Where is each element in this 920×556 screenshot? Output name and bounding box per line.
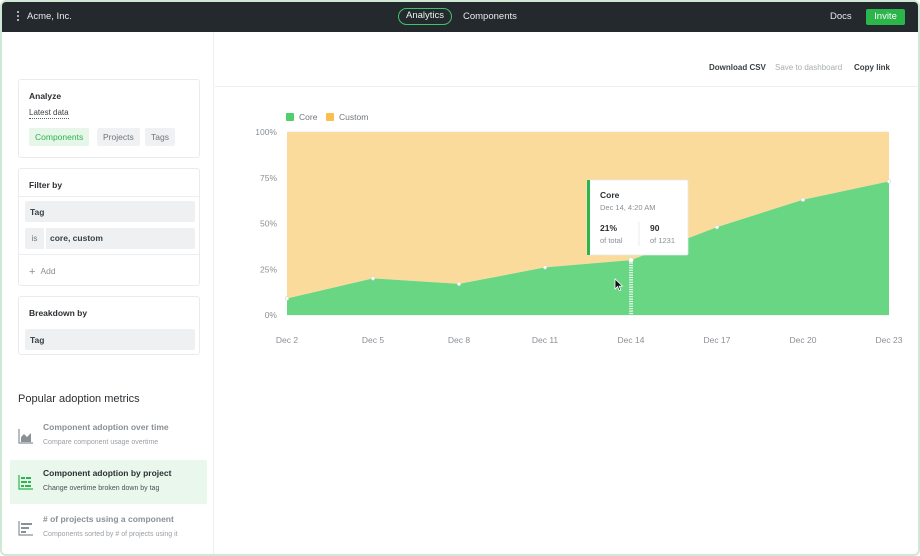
tooltip-series: Core: [600, 190, 620, 200]
data-point-core[interactable]: [714, 225, 720, 230]
x-tick-label: Dec 23: [876, 335, 903, 345]
app-window: Acme, Inc. Analytics Components Docs Inv…: [0, 0, 920, 556]
divider: [19, 196, 199, 197]
x-tick-label: Dec 5: [362, 335, 384, 345]
more-menu-icon[interactable]: [16, 11, 20, 23]
y-tick-label: 100%: [255, 127, 277, 137]
data-point-core[interactable]: [456, 281, 462, 286]
plus-icon: +: [29, 266, 36, 278]
divider: [19, 254, 199, 255]
horizontal-bar-icon: [18, 521, 33, 536]
x-tick-label: Dec 14: [618, 335, 645, 345]
workspace-name[interactable]: Acme, Inc.: [27, 11, 72, 22]
x-tick-label: Dec 11: [532, 335, 559, 345]
nav-docs[interactable]: Docs: [830, 11, 852, 22]
data-point-core[interactable]: [542, 265, 548, 270]
data-point-core[interactable]: [628, 257, 634, 263]
main-panel: Download CSV Save to dashboard Copy link…: [215, 32, 918, 554]
metric-subtitle: Change overtime broken down by tag: [43, 485, 160, 492]
tooltip-count: 90: [650, 223, 660, 233]
filter-operator[interactable]: is: [25, 228, 44, 249]
data-point-core[interactable]: [800, 197, 806, 202]
breakdown-title: Breakdown by: [29, 308, 88, 318]
y-tick-label: 25%: [260, 264, 277, 274]
y-tick-label: 0%: [265, 310, 278, 320]
top-bar: Acme, Inc. Analytics Components Docs Inv…: [2, 2, 918, 32]
nav-components[interactable]: Components: [463, 11, 517, 22]
metric-subtitle: Compare component usage overtime: [43, 439, 159, 446]
x-tick-label: Dec 8: [448, 335, 470, 345]
add-filter-label: Add: [40, 266, 56, 276]
filter-field[interactable]: Tag: [25, 201, 195, 222]
sidebar: Analyze Latest data Components Projects …: [2, 32, 214, 554]
x-tick-label: Dec 2: [276, 335, 298, 345]
chip-tags[interactable]: Tags: [145, 128, 175, 146]
metric-projects-using-component[interactable]: # of projects using a component Componen…: [10, 506, 207, 550]
analyze-title: Analyze: [29, 91, 62, 101]
area-chart-icon: [18, 429, 33, 444]
stacked-bar-icon: [18, 475, 33, 490]
filter-card: Filter by Tag is core, custom + Add: [18, 168, 200, 286]
data-point-core[interactable]: [370, 276, 376, 281]
tooltip-date: Dec 14, 4:20 AM: [600, 203, 655, 212]
tooltip-accent: [587, 180, 590, 255]
data-point-core[interactable]: [284, 296, 290, 301]
mouse-cursor-icon: [614, 278, 624, 292]
filter-title: Filter by: [29, 180, 63, 190]
tooltip-percent-label: of total: [600, 236, 623, 245]
metric-adoption-by-project[interactable]: Component adoption by project Change ove…: [10, 460, 207, 504]
analyze-card: Analyze Latest data Components Projects …: [18, 79, 200, 158]
data-point-core[interactable]: [886, 179, 892, 184]
popular-metrics-title: Popular adoption metrics: [18, 393, 140, 405]
y-tick-label: 75%: [260, 173, 277, 183]
metric-title: # of projects using a component: [43, 514, 174, 524]
metric-title: Component adoption over time: [43, 422, 169, 432]
chip-components[interactable]: Components: [29, 128, 90, 146]
invite-button[interactable]: Invite: [866, 9, 905, 25]
filter-value[interactable]: core, custom: [46, 228, 195, 249]
breakdown-field-label: Tag: [30, 335, 45, 345]
add-filter-button[interactable]: + Add: [29, 265, 56, 278]
metric-subtitle: Components sorted by # of projects using…: [43, 531, 178, 538]
breakdown-field[interactable]: Tag: [25, 329, 195, 350]
chip-projects[interactable]: Projects: [97, 128, 140, 146]
tooltip-percent: 21%: [600, 223, 617, 233]
y-tick-label: 50%: [260, 219, 277, 229]
x-tick-label: Dec 20: [790, 335, 817, 345]
nav-analytics[interactable]: Analytics: [398, 8, 453, 25]
x-tick-label: Dec 17: [704, 335, 731, 345]
tooltip-count-label: of 1231: [650, 236, 675, 245]
filter-field-label: Tag: [30, 207, 45, 217]
dataset-selector[interactable]: Latest data: [29, 108, 69, 119]
breakdown-card: Breakdown by Tag: [18, 296, 200, 355]
adoption-area-chart[interactable]: 0% 25% 50% 75% 100% Dec 2 Dec 5 Dec 8 Dec 11 Dec …: [215, 32, 918, 554]
metric-adoption-over-time[interactable]: Component adoption over time Compare com…: [10, 414, 207, 458]
metric-title: Component adoption by project: [43, 468, 172, 478]
